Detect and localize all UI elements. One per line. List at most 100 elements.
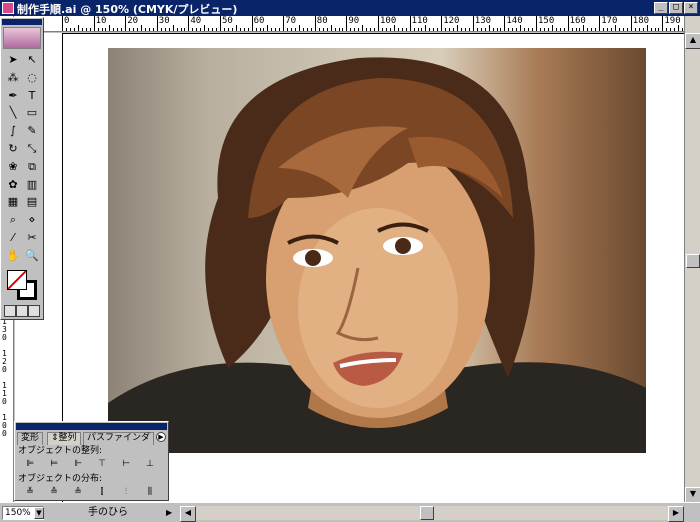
scroll-left-arrow-icon[interactable]: ◀ (180, 506, 196, 522)
scroll-down-arrow-icon[interactable]: ▼ (685, 487, 700, 503)
rotate-tool-icon[interactable]: ↻ (4, 140, 22, 157)
ruler-minor-tick (433, 28, 435, 31)
ruler-minor-tick (105, 28, 107, 31)
standard-screen-mode-icon[interactable] (4, 305, 16, 317)
tab-pathfinder[interactable]: パスファインダ (83, 432, 155, 445)
paintbrush-tool-icon[interactable]: ∫ (4, 122, 22, 139)
pencil-tool-icon[interactable]: ✎ (23, 122, 41, 139)
ruler-label: 0 (64, 16, 70, 26)
ruler-minor-tick (480, 28, 482, 31)
ruler-minor-tick (528, 28, 530, 31)
distribute-button-1-icon[interactable]: ≚ (23, 486, 37, 498)
scissors-tool-icon[interactable]: ✂ (23, 229, 41, 246)
ruler-minor-tick (457, 25, 458, 31)
distribute-button-4-icon[interactable]: ⫿ (95, 486, 109, 498)
ruler-minor-tick (449, 28, 451, 31)
distribute-button-3-icon[interactable]: ≗ (71, 486, 85, 498)
ruler-minor-tick (326, 28, 328, 31)
ruler-minor-tick (500, 28, 502, 31)
horizontal-scrollbar[interactable]: ◀ ▶ (180, 506, 684, 522)
lasso-tool-icon[interactable]: ◌ (23, 69, 41, 86)
ruler-major-tick (504, 16, 506, 31)
ruler-minor-tick (267, 25, 269, 31)
scale-tool-icon[interactable]: ⤡ (23, 140, 41, 157)
ruler-minor-tick (279, 28, 281, 31)
align-button-4-icon[interactable]: ⊤ (95, 458, 109, 470)
tab-transform[interactable]: 変形 (17, 432, 44, 445)
window-titlebar[interactable]: 制作手順.ai @ 150% (CMYK/プレビュー) _ □ × (0, 0, 700, 16)
selection-tool-icon[interactable]: ➤ (4, 51, 22, 68)
current-tool-status[interactable]: 手のひら ▶ (48, 506, 178, 520)
direct-selection-tool-icon[interactable]: ↖ (23, 51, 41, 68)
scroll-up-arrow-icon[interactable]: ▲ (685, 33, 700, 49)
horizontal-scroll-thumb[interactable] (420, 506, 434, 520)
ruler-minor-tick (85, 28, 87, 31)
scroll-right-arrow-icon[interactable]: ▶ (668, 506, 684, 522)
ruler-minor-tick (117, 28, 119, 31)
ruler-minor-tick (330, 25, 332, 31)
horizontal-ruler[interactable]: 0 10 20 30 40 50 60 70 80 90 100 110 120 130 140 150 160… (0, 16, 684, 32)
tools-panel-titlebar[interactable] (2, 19, 42, 25)
illustrator-document-icon[interactable] (2, 2, 14, 14)
ruler-minor-tick (595, 28, 597, 31)
zoom-tool-icon[interactable]: 🔍 (23, 247, 41, 264)
gradient-tool-icon[interactable]: ▤ (23, 193, 41, 210)
hand-tool-icon[interactable]: ✋ (4, 247, 22, 264)
ruler-minor-tick (97, 28, 99, 31)
align-button-3-icon[interactable]: ⊩ (71, 458, 85, 470)
vertical-scroll-thumb[interactable] (686, 254, 700, 268)
blend-tool-icon[interactable]: ⋄ (23, 211, 41, 228)
ruler-minor-tick (370, 28, 372, 31)
maximize-button[interactable]: □ (669, 2, 683, 14)
distribute-button-5-icon[interactable]: ⫶ (119, 486, 133, 498)
graph-tool-icon[interactable]: ▥ (23, 176, 41, 193)
ruler-minor-tick (144, 28, 146, 31)
eyedropper-tool-icon[interactable]: ⌕ (4, 211, 22, 228)
vertical-ruler-label: 130 (2, 317, 7, 342)
symbol-sprayer-tool-icon[interactable]: ✿ (4, 176, 22, 193)
ruler-minor-tick (658, 28, 660, 31)
ruler-minor-tick (555, 28, 557, 31)
ruler-minor-tick (160, 28, 162, 31)
tool-status-arrow-icon[interactable]: ▶ (166, 506, 172, 520)
tab-align[interactable]: ⇕整列 (47, 432, 81, 445)
ruler-minor-tick (196, 28, 198, 31)
align-button-2-icon[interactable]: ⊨ (47, 458, 61, 470)
ruler-minor-tick (453, 28, 455, 31)
zoom-dropdown-arrow-icon[interactable]: ▼ (34, 507, 44, 519)
panel-menu-icon[interactable]: ▶ (156, 432, 166, 442)
full-screen-mode-icon[interactable] (28, 305, 40, 317)
ruler-minor-tick (638, 28, 640, 31)
minimize-button[interactable]: _ (654, 2, 668, 14)
ruler-minor-tick (208, 28, 210, 31)
fill-stroke-widget[interactable] (7, 270, 39, 300)
ruler-minor-tick (429, 28, 431, 31)
magic-wand-tool-icon[interactable]: ⁂ (4, 69, 22, 86)
fill-swatch[interactable] (7, 270, 27, 290)
line-tool-icon[interactable]: ╲ (4, 104, 22, 121)
ruler-minor-tick (374, 28, 376, 31)
align-panel-titlebar[interactable] (16, 423, 167, 430)
slice-tool-icon[interactable]: ⁄ (4, 229, 22, 246)
ruler-minor-tick (338, 28, 340, 31)
mesh-tool-icon[interactable]: ▦ (4, 193, 22, 210)
type-tool-icon[interactable]: T (23, 87, 41, 104)
align-button-5-icon[interactable]: ⊢ (119, 458, 133, 470)
ruler-minor-tick (354, 28, 356, 31)
artwork-portrait-image[interactable] (108, 48, 646, 453)
close-button[interactable]: × (684, 2, 698, 14)
free-transform-tool-icon[interactable]: ⧉ (23, 158, 41, 175)
illustrator-logo[interactable] (3, 27, 41, 49)
ruler-minor-tick (168, 28, 170, 31)
ruler-label: 60 (253, 16, 265, 26)
ruler-minor-tick (239, 28, 241, 31)
distribute-button-2-icon[interactable]: ≙ (47, 486, 61, 498)
warp-tool-icon[interactable]: ❀ (4, 158, 22, 175)
vertical-scrollbar[interactable]: ▲ ▼ (684, 16, 700, 503)
align-button-1-icon[interactable]: ⊫ (23, 458, 37, 470)
rectangle-tool-icon[interactable]: ▭ (23, 104, 41, 121)
align-button-6-icon[interactable]: ⊥ (143, 458, 157, 470)
distribute-button-6-icon[interactable]: ⫼ (143, 486, 157, 498)
full-screen-menu-mode-icon[interactable] (16, 305, 28, 317)
pen-tool-icon[interactable]: ✒ (4, 87, 22, 104)
